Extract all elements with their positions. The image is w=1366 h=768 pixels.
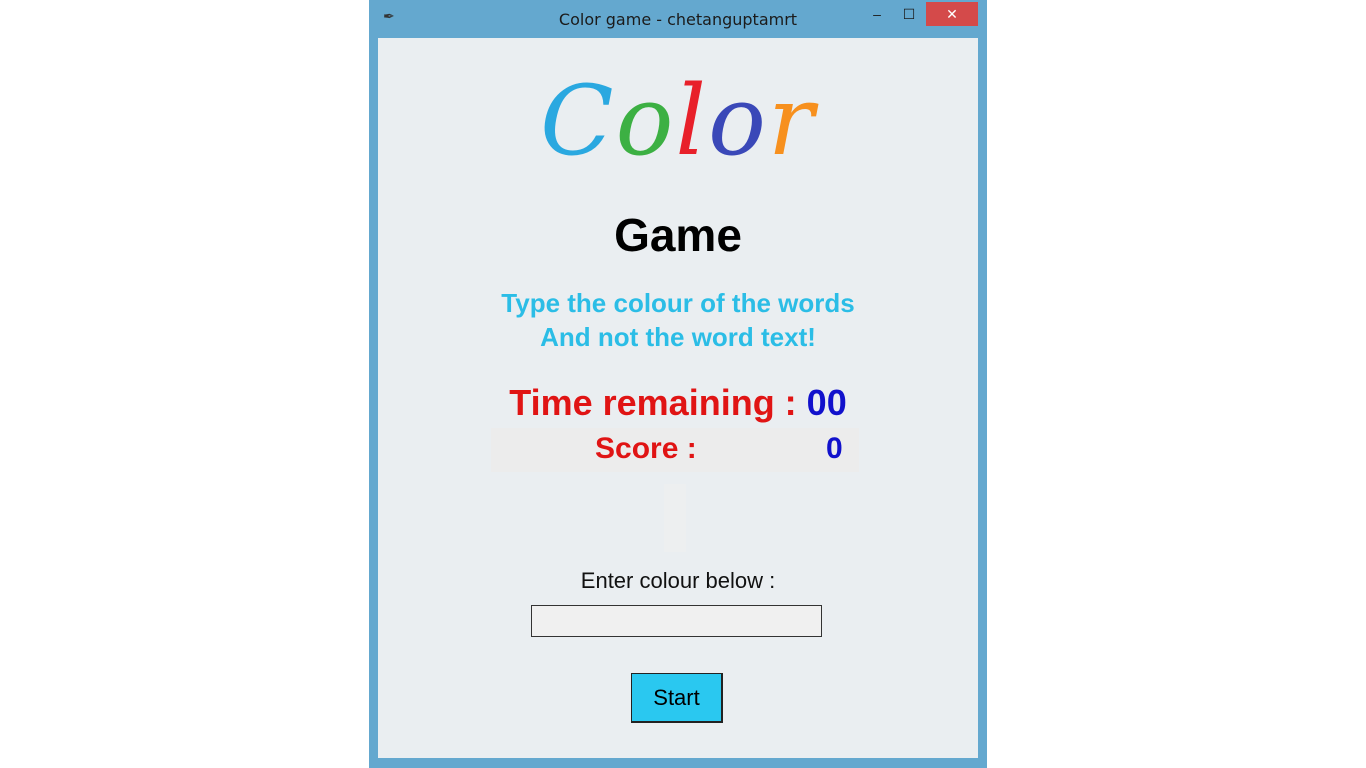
enter-colour-label: Enter colour below :: [580, 568, 776, 593]
time-remaining-label: Time remaining :: [509, 382, 807, 423]
instruction-line-1: Type the colour of the words: [501, 288, 855, 318]
window-title: Color game - chetanguptamrt: [558, 10, 798, 29]
logo-letter: o: [615, 65, 676, 177]
score-panel: Score : 0: [491, 428, 859, 472]
instructions: Type the colour of the words And not the…: [378, 286, 978, 354]
close-button[interactable]: ✕: [926, 2, 978, 26]
maximize-button[interactable]: ☐: [896, 2, 922, 26]
logo-letter: l: [675, 65, 709, 177]
maximize-icon: ☐: [902, 5, 916, 22]
close-icon: ✕: [946, 5, 958, 22]
logo-letter: C: [540, 65, 616, 177]
score-value: 0: [826, 432, 843, 465]
timer: Time remaining : 00: [378, 382, 978, 424]
logo-letter: r: [767, 65, 816, 177]
color-word-display: [664, 484, 686, 552]
minimize-button[interactable]: –: [864, 2, 890, 26]
colour-input[interactable]: [531, 605, 822, 637]
instruction-line-2: And not the word text!: [540, 322, 816, 352]
start-button[interactable]: Start: [631, 673, 723, 723]
game-window: ✒ Color game - chetanguptamrt – ☐ ✕ Colo…: [369, 0, 987, 768]
logo-letter: o: [708, 65, 768, 177]
title-bar[interactable]: ✒ Color game - chetanguptamrt – ☐ ✕: [369, 0, 987, 38]
color-logo: Color: [378, 66, 978, 176]
score-label: Score :: [595, 432, 697, 465]
time-remaining-value: 00: [806, 382, 847, 423]
minimize-icon: –: [873, 6, 881, 22]
game-panel: Color Game Type the colour of the words …: [378, 38, 978, 758]
game-heading: Game: [614, 209, 742, 261]
